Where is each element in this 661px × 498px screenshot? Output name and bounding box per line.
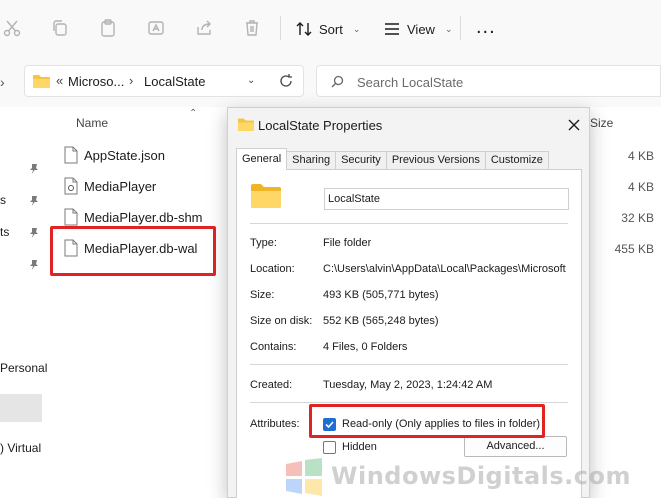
file-size: 455 KB (614, 242, 654, 256)
location-label: Location: (250, 263, 295, 275)
nav-forward-icon[interactable]: › (0, 66, 14, 98)
file-name: MediaPlayer.db-shm (84, 210, 203, 225)
folder-name-field[interactable]: LocalState (324, 188, 569, 210)
windows-logo-icon (286, 458, 322, 496)
cut-icon[interactable] (2, 18, 22, 38)
breadcrumb-overflow[interactable]: « (56, 73, 63, 88)
view-icon (383, 20, 401, 38)
chevron-down-icon[interactable]: ⌄ (247, 75, 255, 86)
settings-file-icon (64, 177, 78, 195)
copy-icon[interactable] (50, 18, 70, 38)
file-size: 32 KB (621, 211, 654, 225)
file-size: 4 KB (627, 180, 654, 194)
delete-icon[interactable] (242, 18, 262, 38)
chevron-down-icon: ⌄ (352, 23, 361, 34)
sort-ascending-icon: ⌃ (189, 108, 198, 119)
tab-customize[interactable]: Customize (484, 151, 549, 170)
nav-item-fragment[interactable]: ) Virtual (0, 441, 41, 455)
file-name: AppState.json (84, 148, 165, 163)
close-icon[interactable] (563, 114, 585, 136)
highlight-box (309, 404, 545, 438)
sort-icon (295, 20, 313, 38)
folder-icon (238, 118, 254, 131)
rename-icon[interactable] (146, 18, 166, 38)
attributes-label: Attributes: (250, 418, 300, 430)
folder-icon (33, 75, 50, 88)
contains-label: Contains: (250, 341, 297, 353)
sort-button[interactable]: Sort ⌄ (295, 17, 360, 41)
column-header-size[interactable]: Size (590, 116, 613, 130)
paste-icon[interactable] (98, 18, 118, 38)
command-bar: Sort ⌄ View ⌄ ... (0, 0, 661, 57)
column-header-name[interactable]: Name (76, 116, 108, 130)
file-size: 4 KB (627, 149, 654, 163)
location-value: C:\Users\alvin\AppData\Local\Packages\Mi… (323, 263, 566, 275)
share-icon[interactable] (194, 18, 214, 38)
created-value: Tuesday, May 2, 2023, 1:24:42 AM (323, 379, 493, 391)
tab-general[interactable]: General (236, 148, 288, 170)
refresh-icon[interactable] (278, 73, 294, 89)
json-file-icon (64, 146, 78, 164)
divider (250, 402, 568, 403)
file-icon (64, 208, 78, 226)
nav-item-fragment[interactable]: ts (0, 225, 9, 239)
hidden-label[interactable]: Hidden (342, 441, 377, 453)
pin-icon[interactable] (28, 259, 40, 271)
breadcrumb-item[interactable]: LocalState (144, 74, 205, 89)
view-button[interactable]: View ⌄ (383, 17, 453, 41)
tab-strip: General Sharing Security Previous Versio… (236, 148, 549, 170)
file-row[interactable]: AppState.json (62, 142, 222, 168)
pin-icon[interactable] (28, 227, 40, 239)
folder-icon (251, 184, 281, 208)
address-row: › « Microso... › LocalState ⌄ Search Loc… (0, 57, 661, 107)
dialog-title: LocalState Properties (258, 118, 383, 133)
watermark-text: WindowsDigitals.com (331, 462, 631, 490)
nav-item-selected[interactable] (0, 394, 42, 422)
search-placeholder: Search LocalState (357, 75, 464, 90)
toolbar-divider (280, 16, 281, 40)
size-on-disk-label: Size on disk: (250, 315, 313, 327)
navigation-pane: s ts Personal ) Virtual (0, 107, 47, 498)
breadcrumb-separator-icon: › (129, 73, 134, 88)
search-box[interactable]: Search LocalState (316, 65, 661, 97)
pin-icon[interactable] (28, 195, 40, 207)
type-value: File folder (323, 237, 372, 249)
advanced-button[interactable]: Advanced... (464, 436, 567, 457)
nav-item-fragment[interactable]: Personal (0, 361, 47, 375)
hidden-checkbox[interactable] (323, 441, 336, 454)
size-value: 493 KB (505,771 bytes) (323, 289, 439, 301)
address-bar[interactable]: « Microso... › LocalState ⌄ (24, 65, 304, 97)
tab-previous-versions[interactable]: Previous Versions (385, 151, 486, 170)
divider (250, 223, 568, 224)
view-label: View (407, 21, 435, 37)
divider (250, 364, 568, 365)
pin-icon[interactable] (28, 163, 40, 175)
chevron-down-icon: ⌄ (444, 23, 453, 34)
contains-value: 4 Files, 0 Folders (323, 341, 408, 353)
size-label: Size: (250, 289, 275, 301)
file-name: MediaPlayer (84, 179, 157, 194)
toolbar-divider (460, 16, 461, 40)
search-icon (331, 75, 344, 88)
file-row[interactable]: MediaPlayer (62, 173, 222, 199)
size-on-disk-value: 552 KB (565,248 bytes) (323, 315, 439, 327)
tab-security[interactable]: Security (335, 151, 387, 170)
sort-label: Sort (319, 21, 343, 37)
more-options-button[interactable]: ... (476, 17, 496, 37)
nav-item-fragment[interactable]: s (0, 193, 6, 207)
breadcrumb-item[interactable]: Microso... (68, 74, 124, 89)
created-label: Created: (250, 379, 293, 391)
properties-dialog: LocalState Properties General Sharing Se… (227, 107, 590, 498)
type-label: Type: (250, 237, 277, 249)
highlight-box (50, 226, 216, 276)
tab-sharing[interactable]: Sharing (286, 151, 337, 170)
